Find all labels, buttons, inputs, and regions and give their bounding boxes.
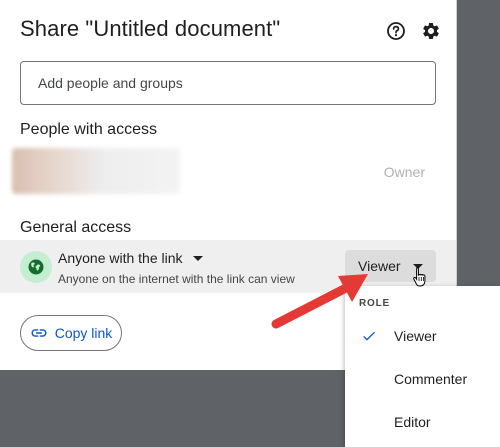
role-option-label: Editor <box>394 414 431 430</box>
annotation-arrow-icon <box>271 274 368 329</box>
blurred-user-info <box>12 148 180 194</box>
help-icon[interactable] <box>386 21 406 41</box>
dialog-title: Share "Untitled document" <box>20 16 281 41</box>
role-option-commenter[interactable]: Commenter <box>345 361 500 399</box>
gear-icon[interactable] <box>421 21 441 41</box>
hand-cursor-icon <box>413 267 426 287</box>
link-access-dropdown[interactable]: Anyone with the link <box>58 250 203 266</box>
globe-icon <box>20 251 52 283</box>
role-option-label: Commenter <box>394 371 468 387</box>
add-people-input[interactable] <box>20 61 436 105</box>
link-icon <box>31 329 47 337</box>
copy-link-label: Copy link <box>54 325 113 341</box>
link-access-label: Anyone with the link <box>58 250 183 266</box>
person-row-owner: Owner <box>12 144 437 196</box>
caret-down-icon <box>192 255 203 261</box>
role-option-editor[interactable]: Editor <box>345 404 500 442</box>
people-with-access-heading: People with access <box>20 121 157 138</box>
general-access-heading: General access <box>20 219 132 236</box>
copy-link-button[interactable]: Copy link <box>20 315 122 351</box>
owner-role-label: Owner <box>383 164 425 180</box>
link-access-description: Anyone on the internet with the link can… <box>58 272 295 286</box>
role-option-label: Viewer <box>394 328 437 344</box>
